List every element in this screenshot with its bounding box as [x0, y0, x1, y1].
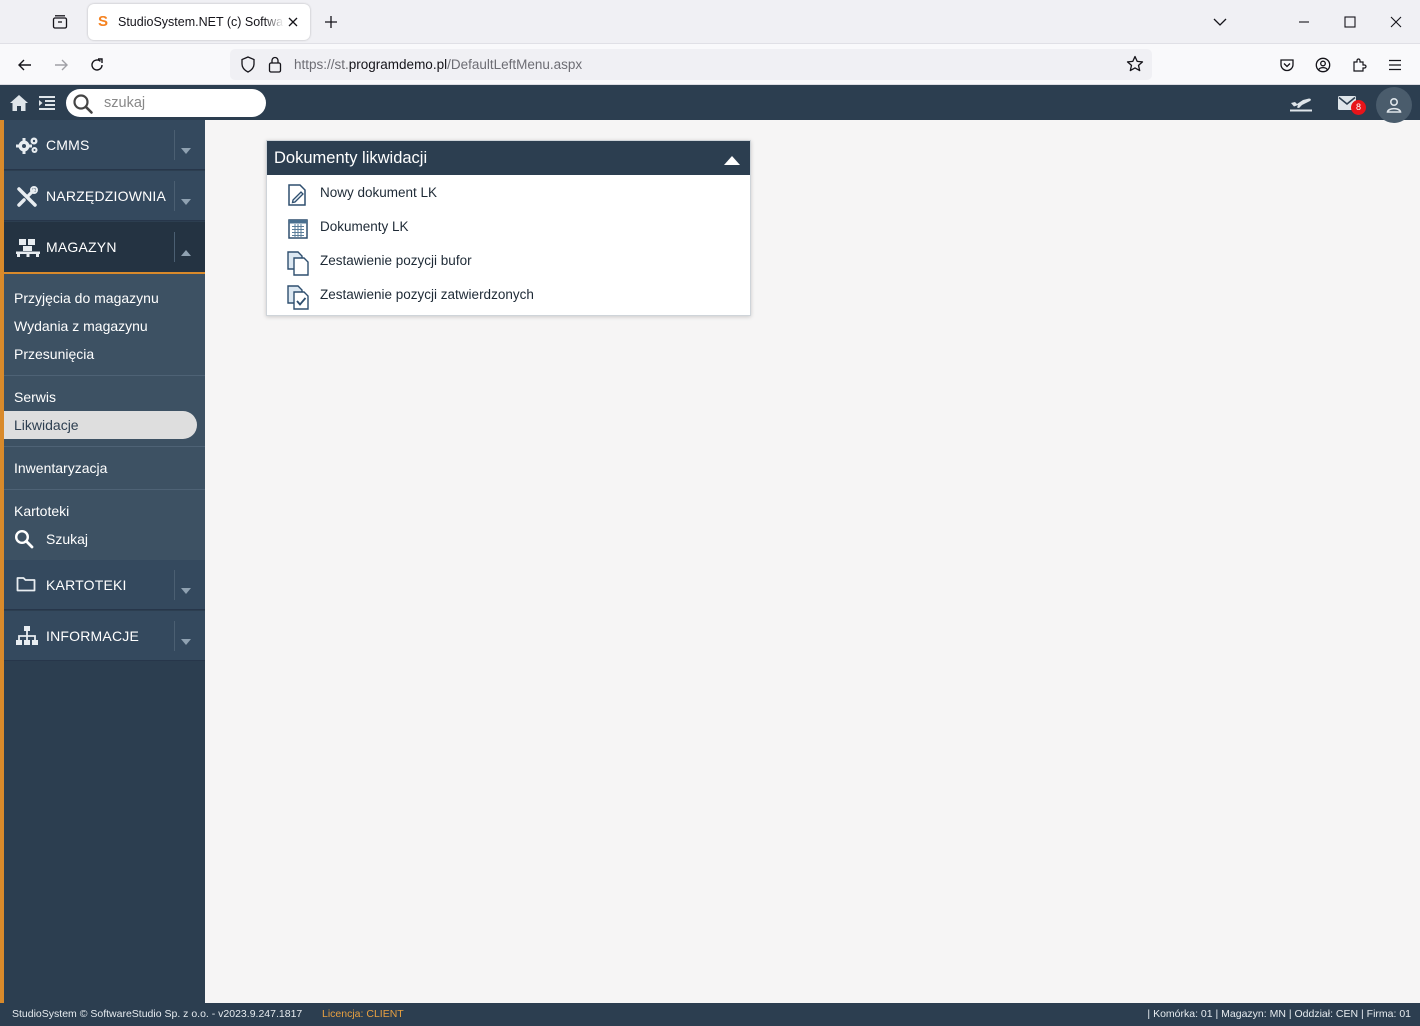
menu-item-likwidacje[interactable]: Likwidacje [4, 411, 197, 439]
menu-item-kartoteki[interactable]: Kartoteki [4, 497, 205, 525]
studiosystem-favicon-icon: S [98, 13, 109, 30]
search-box[interactable] [66, 89, 266, 117]
extensions-icon[interactable] [1346, 52, 1372, 78]
panel-item-documents-lk[interactable]: Dokumenty LK [267, 211, 750, 245]
sidebar-section-magazyn[interactable]: MAGAZYN [4, 222, 205, 274]
sidebar-section-narzedziownia[interactable]: NARZĘDZIOWNIA [4, 171, 205, 221]
status-footer: StudioSystem © SoftwareStudio Sp. z o.o.… [0, 1003, 1420, 1026]
documents-panel: Dokumenty likwidacji Nowy dokument LK Do… [266, 140, 751, 316]
new-document-icon [287, 183, 309, 211]
forward-arrow-icon[interactable] [48, 52, 74, 78]
panel-title: Dokumenty likwidacji [274, 149, 428, 167]
submenu-group: Kartoteki Szukaj [4, 490, 205, 562]
section-divider [174, 621, 175, 651]
menu-item-szukaj[interactable]: Szukaj [4, 525, 205, 553]
section-divider [174, 130, 175, 160]
pocket-icon[interactable] [1274, 52, 1300, 78]
submenu-group: Przyjęcia do magazynu Wydania z magazynu… [4, 274, 205, 376]
tracking-protection-shield-icon[interactable] [240, 56, 256, 77]
submenu-group: Serwis Likwidacje [4, 376, 205, 447]
panel-item-zestawienie-bufor[interactable]: Zestawienie pozycji bufor [267, 245, 750, 279]
panel-item-zestawienie-zatwierdzone[interactable]: Zestawienie pozycji zatwierdzonych [267, 279, 750, 313]
panel-header[interactable]: Dokumenty likwidacji [267, 141, 750, 175]
new-tab-icon[interactable] [318, 10, 344, 34]
sidebar-section-informacje[interactable]: INFORMACJE [4, 611, 205, 661]
panel-item-label: Nowy dokument LK [320, 185, 438, 200]
section-divider [174, 570, 175, 600]
tools-icon [16, 186, 38, 212]
pallet-icon [16, 237, 40, 261]
submenu-group: Inwentaryzacja [4, 447, 205, 490]
sidebar-section-cmms[interactable]: CMMS [4, 120, 205, 170]
menu-item-label: Szukaj [46, 531, 89, 547]
document-list-icon [287, 217, 309, 245]
copy-documents-icon [287, 251, 311, 281]
collapse-caret-icon[interactable] [723, 151, 741, 170]
search-input[interactable] [104, 93, 254, 113]
search-icon[interactable] [72, 93, 94, 119]
plane-icon[interactable] [1289, 94, 1313, 116]
panel-item-label: Zestawienie pozycji zatwierdzonych [320, 287, 534, 302]
caret-down-icon[interactable] [181, 140, 191, 159]
home-icon[interactable] [9, 94, 29, 116]
back-arrow-icon[interactable] [12, 52, 38, 78]
menu-item-serwis[interactable]: Serwis [4, 383, 205, 411]
panel-item-new-document[interactable]: Nowy dokument LK [267, 177, 750, 211]
approved-documents-icon [287, 285, 311, 315]
section-label: CMMS [46, 137, 90, 153]
menu-item-wydania[interactable]: Wydania z magazynu [4, 312, 205, 340]
sidebar: CMMS NARZĘDZIOWNIA MAGAZYN Przyjęcia do … [0, 120, 205, 1003]
section-label: NARZĘDZIOWNIA [46, 188, 167, 204]
app-header: 8 [0, 85, 1420, 123]
caret-up-icon[interactable] [181, 242, 191, 261]
menu-item-przyjecia[interactable]: Przyjęcia do magazynu [4, 284, 205, 312]
folder-icon [16, 575, 36, 597]
bookmark-star-icon[interactable] [1126, 55, 1144, 77]
url-text[interactable]: https://st.programdemo.pl/DefaultLeftMen… [294, 57, 582, 72]
maximize-icon[interactable] [1334, 6, 1366, 38]
search-icon [14, 529, 34, 549]
list-all-tabs-icon[interactable] [1204, 6, 1236, 38]
panel-item-label: Dokumenty LK [320, 219, 409, 234]
sitemap-icon [16, 626, 38, 650]
section-divider [174, 232, 175, 262]
reload-icon[interactable] [84, 52, 110, 78]
browser-tab-bar: S StudioSystem.NET (c) SoftwareStudio [0, 0, 1420, 44]
magazyn-submenu: Przyjęcia do magazynu Wydania z magazynu… [4, 274, 205, 560]
caret-down-icon[interactable] [181, 191, 191, 210]
caret-down-icon[interactable] [181, 580, 191, 599]
license-text: Licencja: CLIENT [322, 1008, 404, 1020]
section-label: KARTOTEKI [46, 577, 127, 593]
mail-count-badge: 8 [1351, 100, 1366, 115]
menu-toggle-icon[interactable] [38, 95, 56, 115]
menu-item-inwentaryzacja[interactable]: Inwentaryzacja [4, 454, 205, 482]
sidebar-section-kartoteki[interactable]: KARTOTEKI [4, 560, 205, 610]
hamburger-menu-icon[interactable] [1382, 52, 1408, 78]
menu-item-przesuniecia[interactable]: Przesunięcia [4, 340, 205, 368]
close-window-icon[interactable] [1380, 6, 1412, 38]
minimize-icon[interactable] [1288, 6, 1320, 38]
close-tab-icon[interactable] [284, 13, 302, 31]
browser-nav-bar: https://st.programdemo.pl/DefaultLeftMen… [0, 44, 1420, 85]
account-icon[interactable] [1310, 52, 1336, 78]
tab-title: StudioSystem.NET (c) SoftwareStudio [118, 15, 284, 29]
tab-list-icon[interactable] [46, 10, 74, 34]
section-label: MAGAZYN [46, 239, 117, 255]
caret-down-icon[interactable] [181, 631, 191, 650]
context-status-text: | Komórka: 01 | Magazyn: MN | Oddział: C… [1147, 1008, 1411, 1020]
lock-icon[interactable] [268, 56, 282, 77]
copyright-text: StudioSystem © SoftwareStudio Sp. z o.o.… [12, 1008, 303, 1020]
gears-icon [16, 135, 40, 159]
browser-tab[interactable]: S StudioSystem.NET (c) SoftwareStudio [88, 4, 310, 40]
section-label: INFORMACJE [46, 628, 139, 644]
section-divider [174, 181, 175, 211]
panel-item-label: Zestawienie pozycji bufor [320, 253, 472, 268]
address-bar[interactable]: https://st.programdemo.pl/DefaultLeftMen… [230, 49, 1152, 80]
user-avatar-icon[interactable] [1376, 87, 1412, 123]
